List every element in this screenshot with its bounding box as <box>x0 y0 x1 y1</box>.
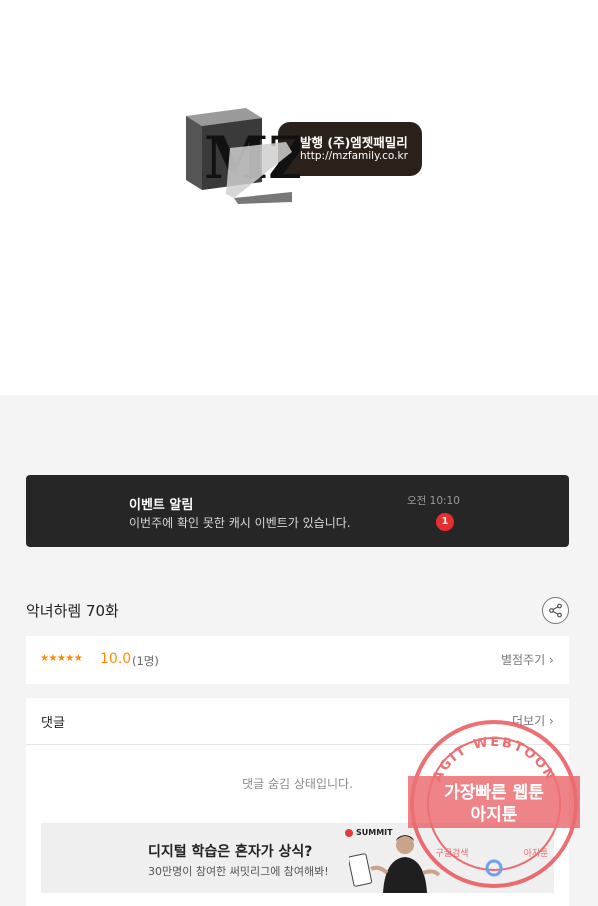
watermark-stamp-icon: AGIT WEBTOON 가장빠른 웹툰 아지툰 구글검색 아지툰 <box>408 720 580 888</box>
episode-title: 악녀하렘 70화 <box>26 602 119 620</box>
rating-stars-icon: ★★★★★ <box>40 653 83 664</box>
rating-panel: ★★★★★ 10.0 (1명) 별점주기 › <box>26 636 569 684</box>
watermark-line1: 가장빠른 웹툰 <box>444 783 544 803</box>
rate-button[interactable]: 별점주기 › <box>501 651 554 668</box>
rating-count: (1명) <box>132 654 159 668</box>
publisher-banner: MZ 발행 (주)엠젯패밀리 http://mzfamily.co.kr <box>0 0 598 395</box>
event-notice-banner[interactable]: 이벤트 알림 이번주에 확인 못한 캐시 이벤트가 있습니다. 오전 10:10… <box>26 475 569 547</box>
event-notice-time: 오전 10:10 <box>407 495 460 507</box>
watermark-bottom-right: 아지툰 <box>524 848 549 859</box>
watermark-line2: 아지툰 <box>471 805 518 825</box>
event-notice-message: 이번주에 확인 못한 캐시 이벤트가 있습니다. <box>129 516 351 530</box>
publisher-label: 발행 (주)엠젯패밀리 <box>300 135 408 150</box>
publisher-url: http://mzfamily.co.kr <box>300 150 408 162</box>
comments-label: 댓글 <box>41 716 65 731</box>
mz-logo-icon: MZ <box>186 108 300 204</box>
event-notice-title: 이벤트 알림 <box>129 498 194 513</box>
notification-badge: 1 <box>436 513 454 531</box>
rating-score: 10.0 <box>100 651 132 667</box>
ad-headline: 디지털 학습은 혼자가 상식? <box>148 844 313 860</box>
share-button[interactable] <box>542 597 569 624</box>
watermark-bottom-left: 구글검색 <box>435 847 468 859</box>
share-icon <box>549 603 562 618</box>
publisher-logo: MZ 발행 (주)엠젯패밀리 http://mzfamily.co.kr <box>182 108 424 204</box>
ad-subtext: 30만명이 참여한 써밋리그에 참여해봐! <box>148 865 329 878</box>
